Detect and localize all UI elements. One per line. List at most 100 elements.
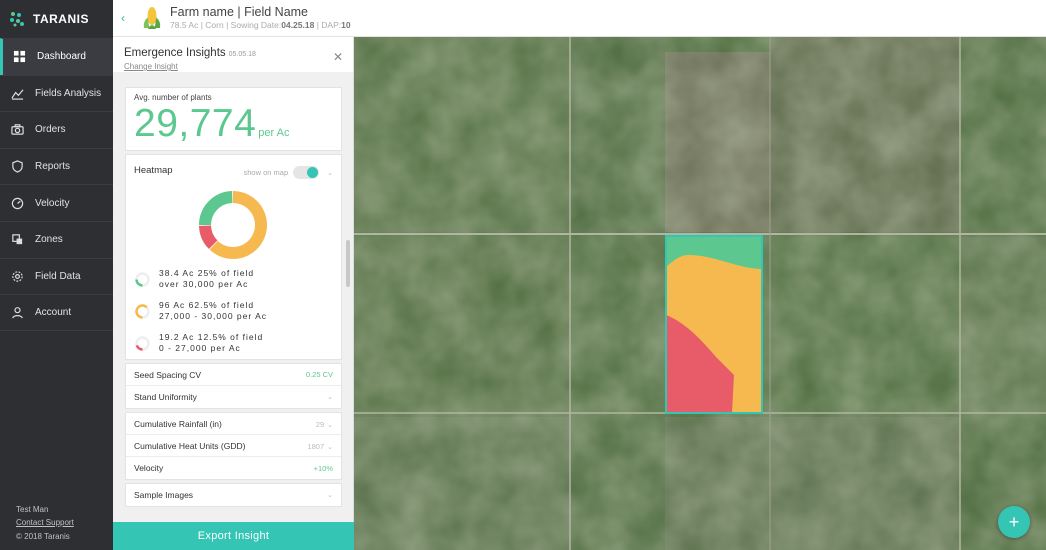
row-value: +10% (313, 463, 333, 473)
chevron-down-icon: ⌄ (327, 421, 333, 429)
row-label: Seed Spacing CV (134, 369, 202, 380)
brand[interactable]: TARANIS (0, 0, 113, 38)
user-icon (10, 305, 24, 319)
panel-date: 05.05.18 (228, 51, 256, 58)
sidebar-item-label: Field Data (35, 270, 81, 282)
change-insight-link[interactable]: Change Insight (124, 62, 341, 71)
chevron-down-icon: ⌄ (327, 394, 333, 401)
row-value: 29 (315, 419, 325, 429)
sidebar-item-field-data[interactable]: Field Data (0, 257, 113, 295)
sidebar-item-account[interactable]: Account (0, 294, 113, 331)
sidebar: TARANIS Dashboard Fields Analysis Orders… (0, 0, 113, 550)
row-stand-uniformity[interactable]: Stand Uniformity ⌄ (126, 386, 341, 408)
sidebar-item-label: Fields Analysis (35, 87, 102, 99)
field-crop: Corn (205, 20, 224, 30)
heatmap-donut-chart (199, 191, 267, 259)
export-insight-button[interactable]: Export Insight (113, 522, 354, 550)
avg-plants-card: Avg. number of plants 29,774 per Ac (125, 87, 342, 151)
map-canvas (354, 37, 1046, 550)
satellite-map[interactable] (354, 37, 1046, 550)
dap-value: 10 (341, 20, 351, 30)
row-heat-units[interactable]: Cumulative Heat Units (GDD) 1807 ⌄ (126, 435, 341, 457)
field-subtitle: 78.5 Ac | Corn | Sowing Date:04.25.18 | … (170, 20, 351, 30)
legend-item-mid: 96 Ac 62.5% of field 27,000 - 30,000 per … (134, 300, 267, 322)
sidebar-item-label: Reports (35, 161, 71, 173)
legend-line1: 19.2 Ac 12.5% of field (159, 332, 264, 342)
row-label: Stand Uniformity (134, 392, 197, 402)
legend-ring-icon (135, 335, 150, 351)
camera-icon (10, 123, 24, 137)
insights-panel: Emergence Insights 05.05.18 Change Insigh… (113, 37, 354, 550)
metrics-group-3: Sample Images ⌄ (125, 483, 342, 507)
dap-label: DAP: (321, 20, 342, 30)
shield-icon (10, 160, 24, 174)
field-header: ‹ Farm name | Field Name 78.5 Ac | Corn … (113, 0, 1046, 37)
close-icon[interactable]: ✕ (333, 50, 343, 64)
sowing-label: Sowing Date: (230, 20, 282, 30)
panel-scrollbar[interactable] (346, 240, 350, 287)
legend-line2: 27,000 - 30,000 per Ac (159, 311, 268, 321)
contact-support-link[interactable]: Contact Support (16, 516, 74, 530)
legend-line1: 38.4 Ac 25% of field (159, 268, 255, 278)
copyright: © 2018 Taranis (16, 531, 70, 541)
show-on-map-label: show on map (243, 168, 289, 177)
row-rainfall[interactable]: Cumulative Rainfall (in) 29 ⌄ (126, 413, 341, 435)
donut-slice (199, 191, 233, 226)
corn-icon (143, 7, 161, 29)
zones-icon (10, 233, 24, 247)
add-floating-button[interactable]: + (998, 506, 1030, 538)
avg-plants-value: 29,774 (134, 102, 257, 145)
row-value: 0.25 CV (305, 370, 333, 379)
sidebar-item-label: Zones (35, 234, 63, 246)
heatmap-card: Heatmap show on map ⌄ 38.4 Ac 25% of fie… (125, 154, 342, 360)
sidebar-item-label: Dashboard (37, 51, 86, 63)
gauge-icon (10, 196, 24, 210)
row-value: 1807 (307, 441, 325, 451)
row-sample-images[interactable]: Sample Images ⌄ (126, 484, 341, 506)
legend-ring-arc (135, 344, 143, 351)
grid-icon (12, 50, 26, 64)
row-seed-spacing[interactable]: Seed Spacing CV 0.25 CV (126, 364, 341, 386)
legend-line1: 96 Ac 62.5% of field (159, 300, 255, 310)
row-label: Velocity (134, 463, 164, 473)
field-acres: 78.5 Ac (170, 20, 199, 30)
user-name: Test Man (16, 504, 49, 514)
show-on-map-toggle[interactable] (293, 166, 320, 179)
chevron-down-icon: ⌄ (327, 443, 333, 451)
donut-slice (199, 225, 218, 250)
field-heatmap-overlay[interactable] (665, 235, 763, 414)
toggle-knob (307, 167, 319, 178)
back-chevron-icon[interactable]: ‹ (121, 11, 141, 25)
legend-item-low: 19.2 Ac 12.5% of field 0 - 27,000 per Ac (134, 332, 263, 354)
show-on-map-control: show on map ⌄ (244, 166, 333, 179)
avg-plants-unit: per Ac (258, 127, 290, 139)
sidebar-item-label: Orders (35, 124, 66, 136)
sidebar-item-reports[interactable]: Reports (0, 147, 113, 185)
sidebar-item-velocity[interactable]: Velocity (0, 184, 113, 221)
metrics-group-2: Cumulative Rainfall (in) 29 ⌄ Cumulative H… (125, 412, 342, 480)
legend-ring-icon (135, 271, 150, 287)
sidebar-item-label: Account (35, 306, 72, 318)
panel-title: Emergence Insights (124, 47, 226, 59)
sidebar-item-zones[interactable]: Zones (0, 220, 113, 258)
legend-line2: 0 - 27,000 per Ac (159, 343, 241, 353)
chevron-down-icon[interactable]: ⌄ (327, 169, 333, 177)
row-velocity[interactable]: Velocity +10% (126, 457, 341, 479)
metrics-group-1: Seed Spacing CV 0.25 CV Stand Uniformity ⌄ (125, 363, 342, 409)
legend-ring-arc (135, 278, 143, 287)
sidebar-item-dashboard[interactable]: Dashboard (0, 38, 113, 75)
sidebar-item-fields-analysis[interactable]: Fields Analysis (0, 74, 113, 112)
brand-name: TARANIS (33, 12, 89, 26)
sowing-date: 04.25.18 (281, 20, 315, 30)
row-label: Cumulative Rainfall (in) (134, 418, 222, 429)
panel-content[interactable]: Avg. number of plants 29,774 per Ac Heatm… (113, 72, 354, 522)
row-label: Sample Images (134, 490, 194, 500)
sidebar-item-label: Velocity (35, 197, 70, 209)
sidebar-item-orders[interactable]: Orders (0, 111, 113, 148)
plus-icon: + (1008, 511, 1020, 532)
field-title: Farm name | Field Name (170, 5, 309, 19)
taranis-logo-icon (10, 12, 24, 27)
sidebar-footer: Test Man Contact Support © 2018 Taranis (16, 503, 74, 544)
line-chart-icon (10, 86, 24, 100)
legend-line2: over 30,000 per Ac (159, 279, 249, 289)
